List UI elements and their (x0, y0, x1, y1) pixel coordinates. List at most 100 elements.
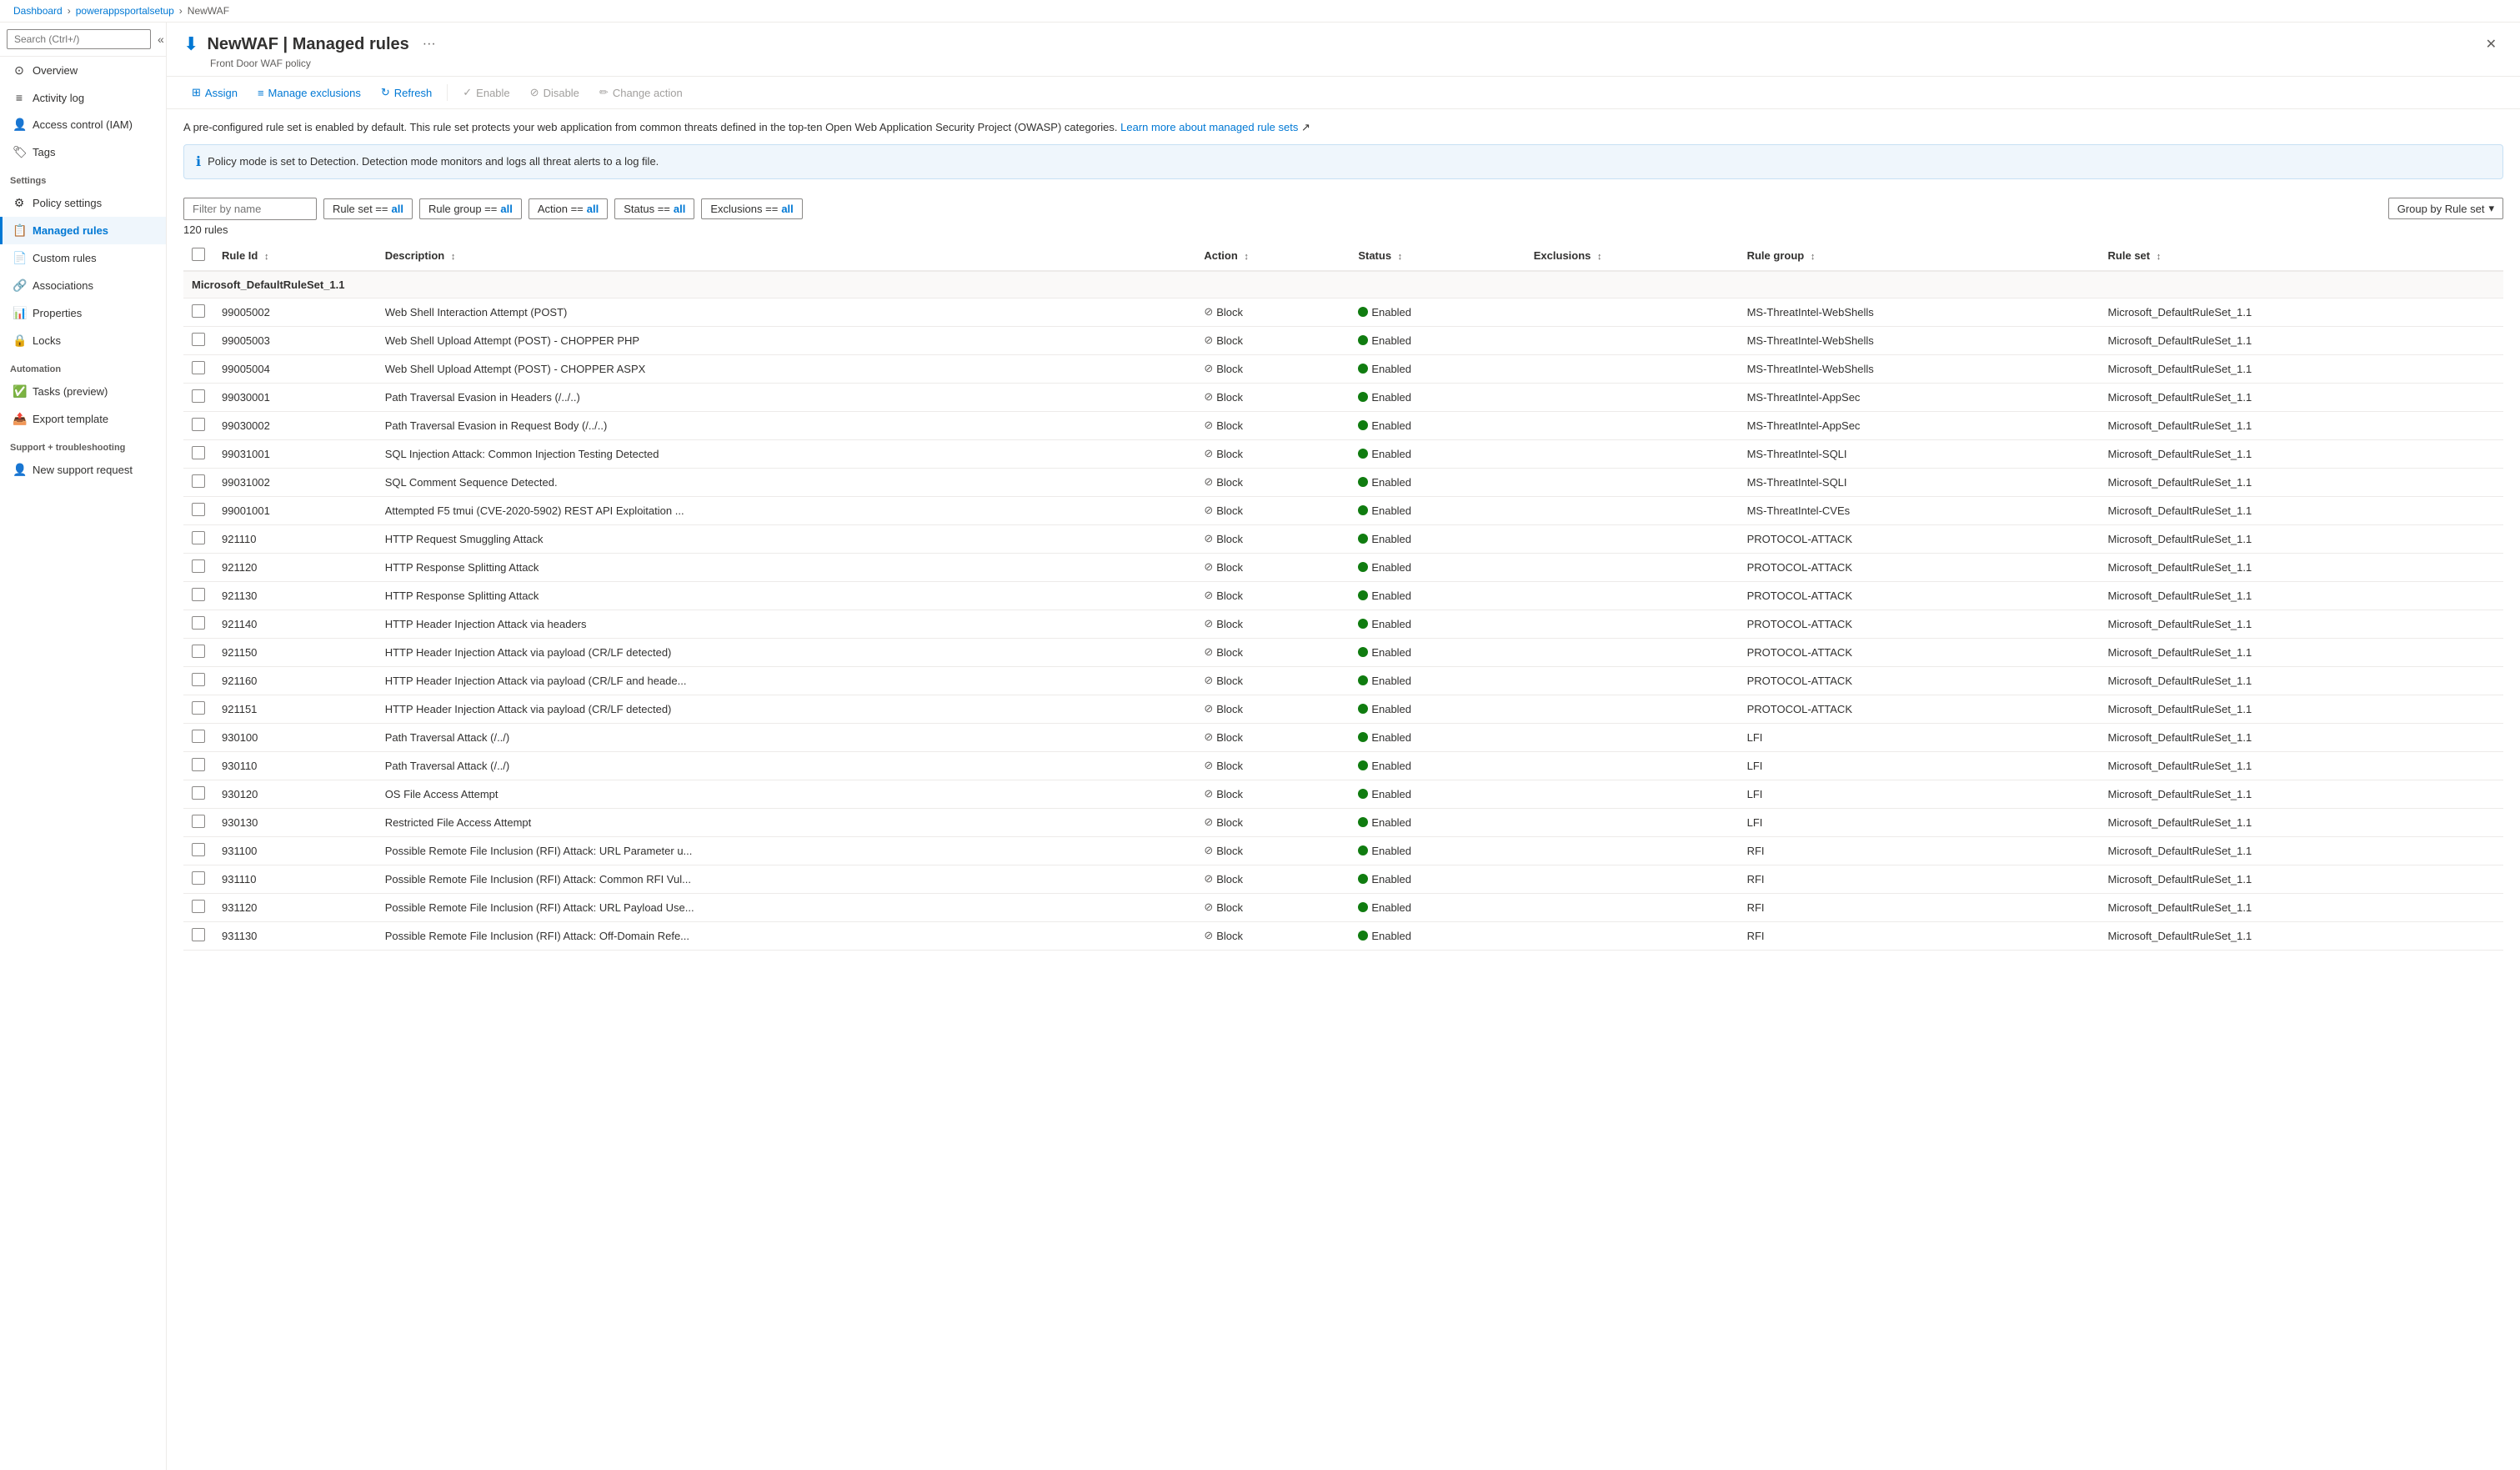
rule-set-header[interactable]: Rule set ↕ (2100, 241, 2503, 271)
row-checkbox-cell[interactable] (183, 298, 213, 326)
row-checkbox-cell[interactable] (183, 751, 213, 780)
table-row[interactable]: 931120 Possible Remote File Inclusion (R… (183, 893, 2503, 921)
table-row[interactable]: 921151 HTTP Header Injection Attack via … (183, 695, 2503, 723)
sidebar-item-policy-settings[interactable]: ⚙ Policy settings (0, 189, 166, 217)
table-row[interactable]: 931110 Possible Remote File Inclusion (R… (183, 865, 2503, 893)
select-all-checkbox[interactable] (192, 248, 205, 261)
row-checkbox[interactable] (192, 418, 205, 431)
table-row[interactable]: 99031002 SQL Comment Sequence Detected. … (183, 468, 2503, 496)
row-checkbox-cell[interactable] (183, 496, 213, 524)
description-header[interactable]: Description ↕ (377, 241, 1196, 271)
sidebar-collapse-button[interactable]: « (154, 31, 167, 48)
change-action-button[interactable]: ✏ Change action (591, 82, 691, 103)
table-row[interactable]: 921160 HTTP Header Injection Attack via … (183, 666, 2503, 695)
row-checkbox-cell[interactable] (183, 411, 213, 439)
sidebar-item-managed-rules[interactable]: 📋 Managed rules (0, 217, 166, 244)
row-checkbox-cell[interactable] (183, 354, 213, 383)
table-row[interactable]: 931130 Possible Remote File Inclusion (R… (183, 921, 2503, 950)
row-checkbox-cell[interactable] (183, 921, 213, 950)
row-checkbox[interactable] (192, 843, 205, 856)
row-checkbox-cell[interactable] (183, 581, 213, 610)
status-header[interactable]: Status ↕ (1350, 241, 1525, 271)
ellipsis-button[interactable]: ··· (418, 35, 441, 53)
close-button[interactable]: ✕ (2479, 33, 2503, 56)
row-checkbox[interactable] (192, 645, 205, 658)
row-checkbox-cell[interactable] (183, 808, 213, 836)
row-checkbox[interactable] (192, 730, 205, 743)
row-checkbox-cell[interactable] (183, 610, 213, 638)
row-checkbox[interactable] (192, 503, 205, 516)
row-checkbox[interactable] (192, 333, 205, 346)
filter-by-name-input[interactable] (183, 198, 317, 220)
assign-button[interactable]: ⊞ Assign (183, 82, 246, 103)
row-checkbox[interactable] (192, 815, 205, 828)
row-checkbox[interactable] (192, 758, 205, 771)
row-checkbox[interactable] (192, 588, 205, 601)
row-checkbox-cell[interactable] (183, 524, 213, 553)
row-checkbox-cell[interactable] (183, 326, 213, 354)
status-filter[interactable]: Status == all (614, 198, 694, 219)
learn-more-link[interactable]: Learn more about managed rule sets (1120, 121, 1298, 133)
row-checkbox[interactable] (192, 701, 205, 715)
enable-button[interactable]: ✓ Enable (454, 82, 518, 103)
manage-exclusions-button[interactable]: ≡ Manage exclusions (249, 83, 369, 103)
row-checkbox-cell[interactable] (183, 666, 213, 695)
action-filter[interactable]: Action == all (529, 198, 608, 219)
sidebar-item-properties[interactable]: 📊 Properties (0, 299, 166, 327)
row-checkbox-cell[interactable] (183, 780, 213, 808)
row-checkbox[interactable] (192, 928, 205, 941)
breadcrumb-portal[interactable]: powerappsportalsetup (76, 5, 174, 17)
row-checkbox[interactable] (192, 389, 205, 403)
sidebar-item-locks[interactable]: 🔒 Locks (0, 327, 166, 354)
row-checkbox-cell[interactable] (183, 865, 213, 893)
sidebar-item-new-support[interactable]: 👤 New support request (0, 456, 166, 484)
rule-id-header[interactable]: Rule Id ↕ (213, 241, 377, 271)
breadcrumb-dashboard[interactable]: Dashboard (13, 5, 63, 17)
row-checkbox[interactable] (192, 304, 205, 318)
row-checkbox[interactable] (192, 361, 205, 374)
row-checkbox[interactable] (192, 474, 205, 488)
row-checkbox-cell[interactable] (183, 553, 213, 581)
row-checkbox[interactable] (192, 616, 205, 630)
search-input[interactable] (7, 29, 151, 49)
rule-group-header[interactable]: Rule group ↕ (1739, 241, 2100, 271)
table-row[interactable]: 99005002 Web Shell Interaction Attempt (… (183, 298, 2503, 326)
row-checkbox-cell[interactable] (183, 836, 213, 865)
table-row[interactable]: 930100 Path Traversal Attack (/../) ⊘ Bl… (183, 723, 2503, 751)
sidebar-item-access-control[interactable]: 👤 Access control (IAM) (0, 111, 166, 138)
row-checkbox[interactable] (192, 900, 205, 913)
row-checkbox-cell[interactable] (183, 723, 213, 751)
table-row[interactable]: 99030001 Path Traversal Evasion in Heade… (183, 383, 2503, 411)
table-row[interactable]: 921110 HTTP Request Smuggling Attack ⊘ B… (183, 524, 2503, 553)
exclusions-filter[interactable]: Exclusions == all (701, 198, 802, 219)
rule-set-filter[interactable]: Rule set == all (323, 198, 413, 219)
row-checkbox[interactable] (192, 673, 205, 686)
sidebar-item-activity-log[interactable]: ≡ Activity log (0, 84, 166, 111)
row-checkbox-cell[interactable] (183, 893, 213, 921)
sidebar-item-export-template[interactable]: 📤 Export template (0, 405, 166, 433)
sidebar-item-tasks[interactable]: ✅ Tasks (preview) (0, 378, 166, 405)
select-all-header[interactable] (183, 241, 213, 271)
table-row[interactable]: 99005003 Web Shell Upload Attempt (POST)… (183, 326, 2503, 354)
table-row[interactable]: 930130 Restricted File Access Attempt ⊘ … (183, 808, 2503, 836)
sidebar-item-custom-rules[interactable]: 📄 Custom rules (0, 244, 166, 272)
table-row[interactable]: 921150 HTTP Header Injection Attack via … (183, 638, 2503, 666)
row-checkbox[interactable] (192, 786, 205, 800)
action-header[interactable]: Action ↕ (1195, 241, 1350, 271)
row-checkbox-cell[interactable] (183, 439, 213, 468)
rule-group-filter[interactable]: Rule group == all (419, 198, 522, 219)
row-checkbox[interactable] (192, 871, 205, 885)
row-checkbox-cell[interactable] (183, 695, 213, 723)
row-checkbox[interactable] (192, 559, 205, 573)
table-row[interactable]: 99001001 Attempted F5 tmui (CVE-2020-590… (183, 496, 2503, 524)
table-row[interactable]: 99031001 SQL Injection Attack: Common In… (183, 439, 2503, 468)
row-checkbox[interactable] (192, 446, 205, 459)
sidebar-item-tags[interactable]: 🏷 Tags (0, 138, 166, 166)
table-row[interactable]: 921130 HTTP Response Splitting Attack ⊘ … (183, 581, 2503, 610)
exclusions-header[interactable]: Exclusions ↕ (1526, 241, 1739, 271)
disable-button[interactable]: ⊘ Disable (522, 82, 588, 103)
row-checkbox-cell[interactable] (183, 638, 213, 666)
table-row[interactable]: 931100 Possible Remote File Inclusion (R… (183, 836, 2503, 865)
refresh-button[interactable]: ↻ Refresh (373, 82, 440, 103)
group-by-button[interactable]: Group by Rule set ▾ (2388, 198, 2503, 219)
